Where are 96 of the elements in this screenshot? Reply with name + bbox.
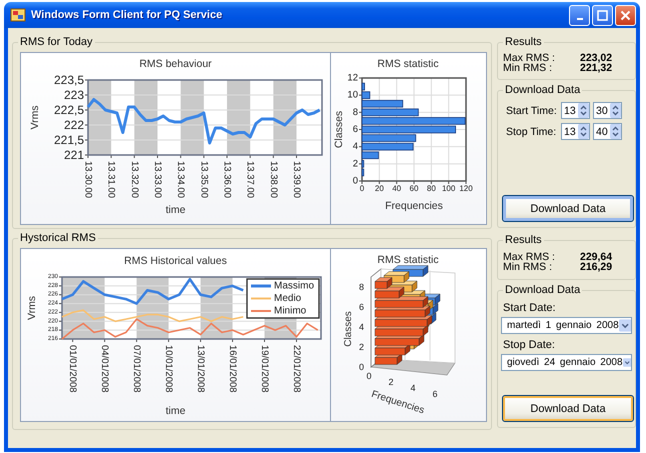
result-value: 223,02 bbox=[580, 53, 614, 63]
number-spinner[interactable]: 13 bbox=[561, 102, 590, 119]
axis-tick-label: 13.33.00 bbox=[152, 161, 163, 198]
axis-tick-label: 60 bbox=[410, 184, 418, 193]
axis-tick-label: 13.30.00 bbox=[82, 161, 94, 198]
axis-tick-label: 4 bbox=[410, 383, 416, 393]
download-button[interactable]: Download Data bbox=[502, 395, 634, 422]
app-icon bbox=[10, 7, 26, 23]
axis-tick-label: 221,5 bbox=[54, 133, 84, 147]
legend-label: Minimo bbox=[274, 306, 306, 316]
axis-tick-label: 0 bbox=[360, 184, 364, 193]
spin-arrows-icon[interactable] bbox=[610, 103, 621, 118]
axis-tick-label: 6 bbox=[358, 302, 364, 312]
axis-title: time bbox=[166, 405, 186, 417]
result-value: 216,29 bbox=[580, 262, 614, 272]
close-button[interactable] bbox=[615, 4, 636, 26]
axis-tick-label: 01/01/2008 bbox=[67, 345, 78, 393]
axis-tick-label: 223 bbox=[64, 88, 84, 102]
chart-title: RMS statistic bbox=[377, 254, 439, 266]
chart-title: RMS behaviour bbox=[139, 58, 212, 70]
axis-tick-label: 0 bbox=[358, 362, 364, 372]
axis-tick-label: 13.37.00 bbox=[244, 161, 256, 198]
date-picker[interactable]: martedì 1 gennaio 2008 bbox=[501, 317, 632, 334]
result-label: Min RMS : bbox=[503, 262, 554, 272]
field-label: Start Date: bbox=[503, 302, 557, 314]
axis-tick-label: 100 bbox=[442, 184, 456, 193]
maximize-icon bbox=[597, 10, 608, 20]
axis-tick-label: 221 bbox=[64, 148, 84, 162]
axis-tick-label: 16/01/2008 bbox=[227, 345, 238, 393]
axis-tick-label: 80 bbox=[426, 184, 436, 193]
group-title: Hystorical RMS bbox=[18, 232, 98, 245]
axis-tick-label: 8 bbox=[358, 282, 364, 292]
axis-tick-label: 13.38.00 bbox=[268, 161, 279, 198]
axis-tick-label: 6 bbox=[352, 124, 358, 135]
axis-tick-label: 222,5 bbox=[54, 103, 84, 117]
group-title: RMS for Today bbox=[18, 36, 95, 49]
chart-title: RMS statistic bbox=[377, 58, 439, 70]
axis-tick-label: 13.35.00 bbox=[198, 161, 210, 198]
axis-tick-label: 13.36.00 bbox=[222, 161, 232, 198]
axis-tick-label: 40 bbox=[392, 184, 402, 193]
field-label: Stop Date: bbox=[503, 339, 556, 351]
axis-tick-label: 2 bbox=[358, 342, 364, 352]
axis-tick-label: 4 bbox=[358, 322, 364, 332]
axis-tick-label: 10 bbox=[347, 90, 358, 101]
spin-arrows-icon[interactable] bbox=[578, 103, 589, 118]
spin-arrows-icon[interactable] bbox=[610, 124, 621, 139]
field-label: Stop Time: bbox=[506, 126, 558, 138]
axis-tick-label: 0 bbox=[366, 371, 372, 381]
axis-tick-label: 2 bbox=[352, 158, 358, 170]
axis-tick-label: 12 bbox=[347, 72, 358, 84]
axis-tick-label: 20 bbox=[374, 184, 384, 193]
number-spinner[interactable]: 40 bbox=[593, 123, 622, 140]
spin-arrows-icon[interactable] bbox=[578, 124, 589, 139]
axis-tick-label: 13.31.00 bbox=[106, 161, 117, 198]
result-value: 221,32 bbox=[580, 63, 614, 73]
maximize-button[interactable] bbox=[592, 4, 613, 26]
axis-tick-label: 222 bbox=[64, 118, 84, 132]
legend-swatch bbox=[251, 284, 271, 288]
number-spinner[interactable]: 30 bbox=[593, 102, 622, 119]
axis-tick-label: 22/01/2008 bbox=[290, 345, 302, 393]
legend-label: Medio bbox=[274, 293, 302, 304]
result-label: Min RMS : bbox=[503, 63, 554, 73]
axis-tick-label: 10/01/2008 bbox=[163, 345, 174, 393]
axis-tick-label: 120 bbox=[459, 184, 473, 193]
axis-title: Vrms bbox=[26, 296, 38, 320]
download-button[interactable]: Download Data bbox=[502, 195, 634, 222]
result-value: 229,64 bbox=[580, 252, 614, 262]
axis-tick-label: 4 bbox=[352, 141, 358, 152]
axis-title: Vrms bbox=[29, 105, 41, 130]
field-label: Start Time: bbox=[506, 104, 558, 116]
chart-title: RMS Historical values bbox=[124, 255, 227, 267]
axis-title: Frequencies bbox=[385, 200, 443, 212]
minimize-button[interactable] bbox=[569, 4, 590, 26]
axis-tick-label: 07/01/2008 bbox=[131, 345, 142, 393]
minimize-icon bbox=[576, 18, 582, 20]
date-picker[interactable]: giovedì 24 gennaio 2008 bbox=[501, 354, 632, 371]
axis-tick-label: 13/01/2008 bbox=[195, 345, 206, 393]
axis-tick-label: 223,5 bbox=[54, 73, 84, 87]
axis-tick-label: 13.32.00 bbox=[128, 161, 140, 198]
legend-label: Massimo bbox=[274, 280, 314, 292]
axis-tick-label: 04/01/2008 bbox=[99, 345, 110, 393]
number-spinner[interactable]: 13 bbox=[561, 123, 590, 140]
axis-tick-label: 6 bbox=[432, 389, 438, 399]
axis-tick-label: 13.39.00 bbox=[291, 161, 302, 198]
axis-title: time bbox=[166, 204, 186, 216]
axis-tick-label: 13.34.00 bbox=[175, 161, 186, 198]
result-label: Max RMS : bbox=[503, 53, 556, 63]
axis-tick-label: 0 bbox=[352, 176, 358, 186]
axis-title: Classes bbox=[343, 311, 354, 347]
result-label: Max RMS : bbox=[503, 252, 556, 262]
axis-tick-label: 8 bbox=[352, 106, 358, 118]
window-title: Windows Form Client for PQ Service bbox=[31, 9, 224, 21]
axis-tick-label: 19/01/2008 bbox=[259, 345, 270, 393]
axis-tick-label: 2 bbox=[388, 377, 394, 387]
close-icon bbox=[620, 10, 631, 20]
axis-title: Classes bbox=[333, 110, 345, 148]
